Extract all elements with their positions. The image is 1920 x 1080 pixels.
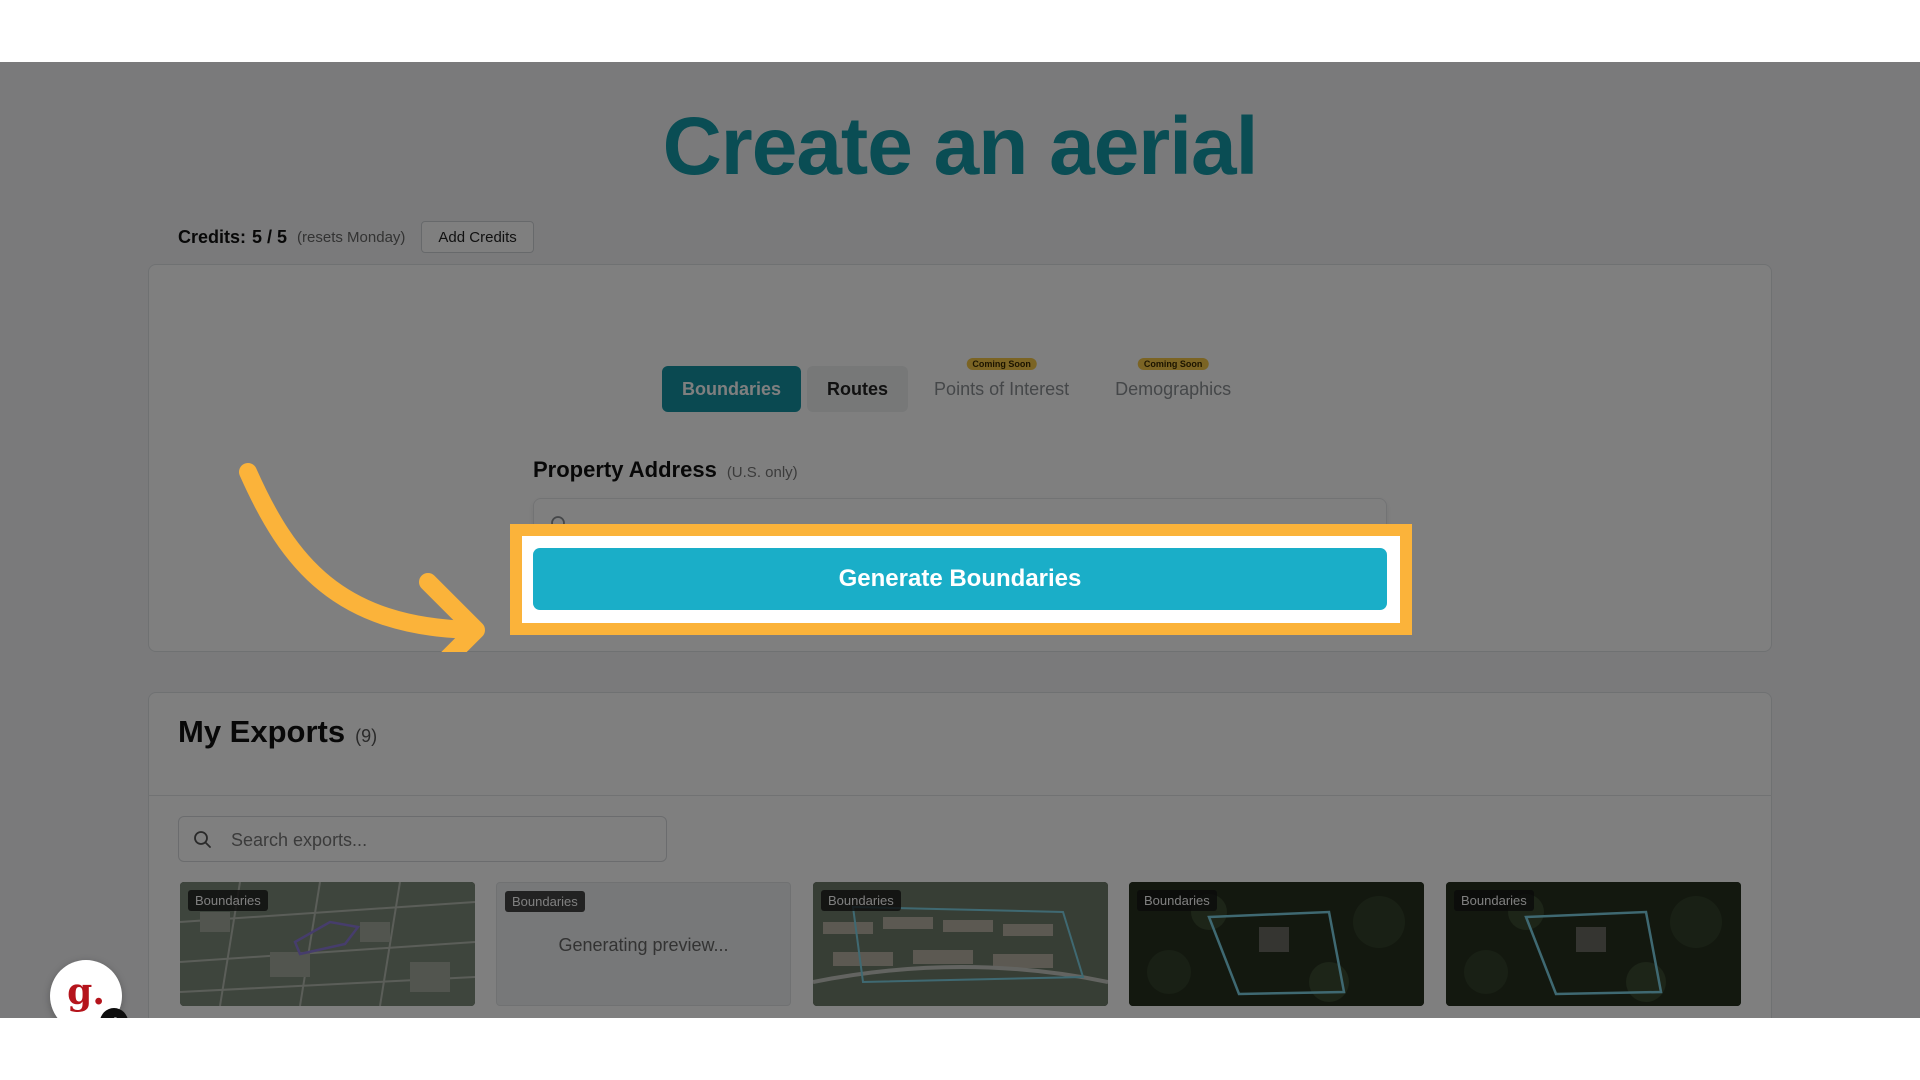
credits-row: Credits: 5 / 5 (resets Monday) Add Credi… (178, 220, 534, 254)
add-credits-button[interactable]: Add Credits (421, 221, 534, 253)
export-card[interactable]: Boundaries Generating preview... (496, 882, 791, 1006)
export-type-badge: Boundaries (188, 890, 268, 911)
property-address-label-row: Property Address (U.S. only) (533, 457, 798, 483)
tab-points-of-interest: Coming Soon Points of Interest (914, 358, 1089, 412)
tab-routes[interactable]: Routes (807, 366, 909, 412)
app-stage: Create an aerial Credits: 5 / 5 (resets … (0, 62, 1920, 1018)
my-exports-header: My Exports (9) (178, 714, 377, 750)
export-type-badge: Boundaries (1454, 890, 1534, 911)
assistant-avatar-button[interactable]: g. 4 (50, 960, 128, 1018)
my-exports-title: My Exports (178, 714, 346, 749)
my-exports-count: (9) (355, 726, 378, 746)
letterbox-top (0, 0, 1920, 62)
mode-tabs: Boundaries Routes Coming Soon Points of … (662, 358, 1257, 412)
export-type-badge: Boundaries (821, 890, 901, 911)
coming-soon-badge: Coming Soon (1137, 358, 1209, 370)
letterbox-bottom (0, 1018, 1920, 1080)
export-type-badge: Boundaries (1137, 890, 1217, 911)
tab-boundaries[interactable]: Boundaries (662, 366, 802, 412)
export-type-badge: Boundaries (505, 891, 585, 912)
coming-soon-badge: Coming Soon (966, 358, 1037, 370)
credits-value: 5 / 5 (252, 226, 288, 247)
tab-label: Routes (827, 378, 889, 399)
tab-label: Demographics (1115, 378, 1232, 399)
generate-boundaries-button[interactable]: Generate Boundaries (533, 548, 1387, 610)
property-address-note: (U.S. only) (726, 464, 798, 481)
page-title: Create an aerial (662, 101, 1259, 192)
search-icon (193, 830, 213, 855)
arrow-pointer-icon (239, 463, 485, 652)
export-card[interactable]: Boundaries (1129, 882, 1424, 1006)
exports-divider (148, 795, 1772, 796)
property-address-label: Property Address (533, 457, 717, 482)
tab-label: Points of Interest (934, 378, 1070, 399)
credits-label: Credits: (178, 226, 247, 247)
export-card[interactable]: Boundaries (1446, 882, 1741, 1006)
credits-reset-note: (resets Monday) (297, 228, 406, 246)
export-card[interactable]: Boundaries (813, 882, 1108, 1006)
search-exports-field[interactable] (178, 816, 667, 862)
tab-label: Boundaries (682, 378, 782, 399)
search-exports-input[interactable] (231, 825, 651, 855)
avatar-logo: g. (67, 971, 105, 1013)
tab-demographics: Coming Soon Demographics (1095, 358, 1251, 412)
export-card[interactable]: Boundaries (180, 882, 475, 1006)
export-status: Generating preview... (558, 935, 729, 955)
